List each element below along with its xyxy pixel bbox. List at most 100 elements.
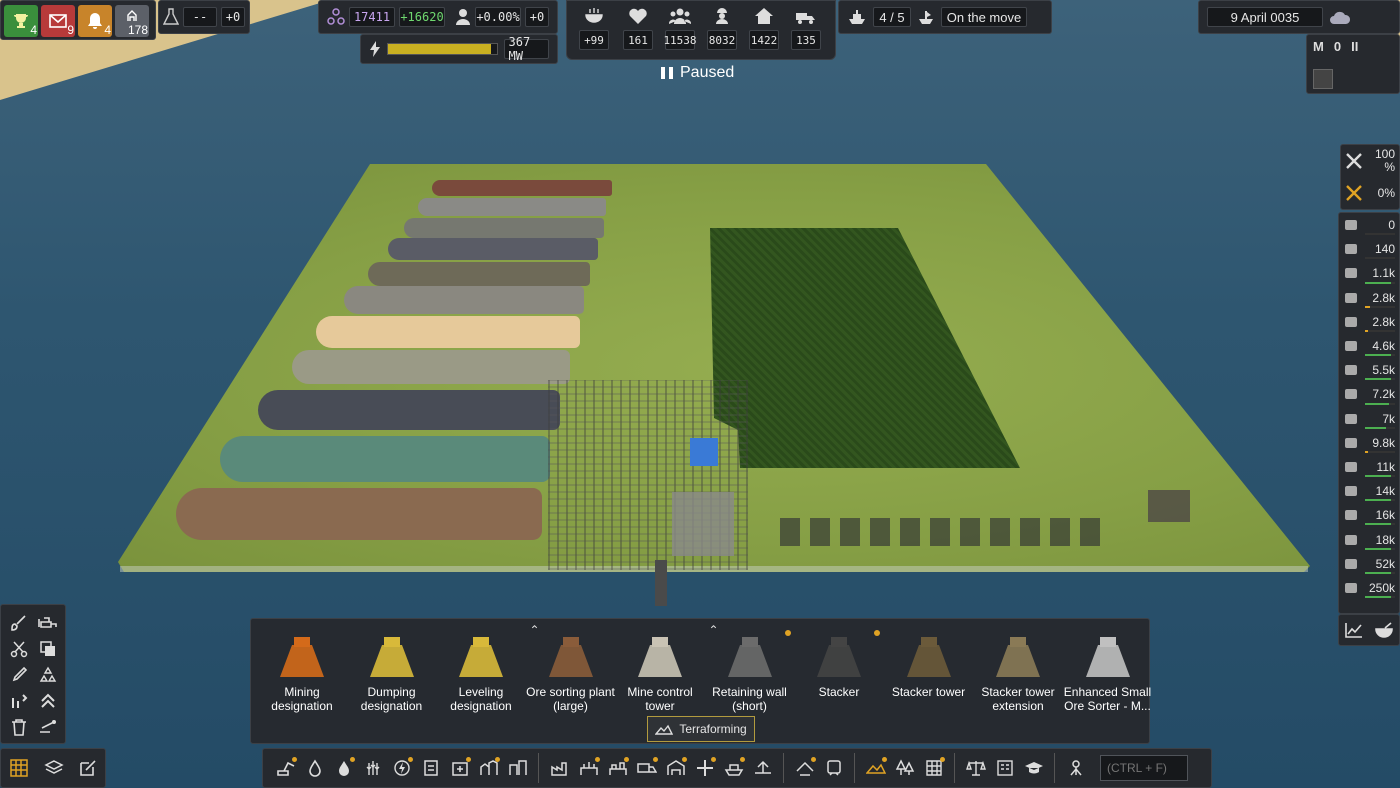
toolbar-depot[interactable]: [661, 754, 690, 782]
material-pile[interactable]: [388, 238, 598, 260]
coal-pile[interactable]: [258, 390, 560, 430]
stat-housing[interactable]: 1422: [747, 7, 781, 50]
toolbar-research[interactable]: [1019, 754, 1048, 782]
recycle-icon[interactable]: [34, 663, 61, 687]
mortar-icon[interactable]: [1375, 622, 1393, 638]
eyedropper-icon[interactable]: [5, 663, 32, 687]
build-item[interactable]: Dumping designation: [347, 627, 437, 717]
resource-row[interactable]: 11k: [1339, 455, 1399, 479]
resource-row[interactable]: 140: [1339, 237, 1399, 261]
stat-health[interactable]: 161: [621, 7, 655, 50]
weather-icon[interactable]: [1329, 9, 1351, 25]
build-item[interactable]: Stacker tower: [884, 627, 974, 717]
toolbar-storage[interactable]: [416, 754, 445, 782]
trash-icon[interactable]: [5, 715, 32, 739]
material-pile[interactable]: [418, 198, 606, 216]
toolbar-trees[interactable]: [890, 754, 919, 782]
build-item[interactable]: Mine control tower: [615, 627, 705, 717]
unity-panel[interactable]: 17411 +16620 +0.00% +0: [318, 0, 558, 34]
building-cluster[interactable]: [1148, 490, 1190, 522]
toolbar-policies[interactable]: [961, 754, 990, 782]
power-panel[interactable]: 367 MW: [360, 34, 558, 64]
resource-row[interactable]: 7.2k: [1339, 382, 1399, 406]
cut-icon[interactable]: [5, 637, 32, 661]
chevron-up-icon[interactable]: ⌃: [709, 623, 719, 637]
bulldozer-icon[interactable]: [34, 611, 61, 635]
chevron-up-icon[interactable]: ⌃: [530, 623, 540, 637]
research-panel[interactable]: -- +0: [158, 0, 250, 34]
copy-icon[interactable]: [34, 637, 61, 661]
layers-icon[interactable]: [44, 759, 64, 777]
ships-panel[interactable]: 4 / 5 On the move: [838, 0, 1052, 34]
toolbar-map[interactable]: [1061, 754, 1090, 782]
toolbar-trains[interactable]: [819, 754, 848, 782]
build-item[interactable]: ⌃ Retaining wall (short): [705, 623, 795, 717]
resource-row[interactable]: 1.1k: [1339, 261, 1399, 285]
dirt-pile[interactable]: [176, 488, 542, 540]
resource-row[interactable]: 52k: [1339, 552, 1399, 576]
toolbar-production[interactable]: [574, 754, 603, 782]
toolbar-housing[interactable]: [474, 754, 503, 782]
resource-row[interactable]: 0: [1339, 213, 1399, 237]
toolbar-excavator[interactable]: [271, 754, 300, 782]
upgrade-icon[interactable]: [34, 689, 61, 713]
speed-0-button[interactable]: 0: [1334, 39, 1341, 54]
stat-workers[interactable]: 8032: [705, 7, 739, 50]
toolbar-vehicles[interactable]: [632, 754, 661, 782]
stat-population[interactable]: 11538: [663, 7, 697, 50]
resource-row[interactable]: 5.5k: [1339, 358, 1399, 382]
alerts-button[interactable]: 4: [78, 5, 112, 37]
maintenance-panel[interactable]: 100 % 0%: [1340, 144, 1400, 210]
resource-row[interactable]: 9.8k: [1339, 431, 1399, 455]
plant-icon[interactable]: [1313, 69, 1333, 89]
priority-icon[interactable]: [5, 689, 32, 713]
speed-m-button[interactable]: M: [1313, 39, 1324, 54]
toolbar-farming[interactable]: [300, 754, 329, 782]
workers-button[interactable]: 178: [115, 5, 149, 37]
toolbar-docks[interactable]: [748, 754, 777, 782]
edit-icon[interactable]: [79, 759, 97, 777]
build-item[interactable]: Stacker: [794, 627, 884, 717]
grid-icon[interactable]: [9, 758, 29, 778]
resource-row[interactable]: 2.8k: [1339, 310, 1399, 334]
resource-row[interactable]: 16k: [1339, 503, 1399, 527]
stat-vehicles[interactable]: 135: [789, 7, 823, 50]
chart-icon[interactable]: [1345, 622, 1363, 638]
storage-building[interactable]: [672, 492, 734, 556]
resource-row[interactable]: 18k: [1339, 527, 1399, 551]
pier[interactable]: [655, 560, 667, 606]
resource-row[interactable]: 14k: [1339, 479, 1399, 503]
build-item[interactable]: Enhanced Small Ore Sorter - M...: [1063, 627, 1153, 717]
toolbar-logistics[interactable]: [790, 754, 819, 782]
toolbar-services[interactable]: [445, 754, 474, 782]
toolbar-crops[interactable]: [358, 754, 387, 782]
paused-indicator[interactable]: Paused: [660, 64, 734, 82]
build-item[interactable]: Mining designation: [257, 627, 347, 717]
brush-icon[interactable]: [5, 611, 32, 635]
messages-button[interactable]: 9: [41, 5, 75, 37]
resource-row[interactable]: 250k: [1339, 576, 1399, 600]
toolbar-shipyard[interactable]: [719, 754, 748, 782]
resource-row[interactable]: 2.8k: [1339, 286, 1399, 310]
toolbar-transport[interactable]: [690, 754, 719, 782]
build-item[interactable]: ⌃ Ore sorting plant (large): [526, 623, 616, 717]
material-pile[interactable]: [220, 436, 550, 482]
resource-row[interactable]: 4.6k: [1339, 334, 1399, 358]
toolbar-industry[interactable]: [545, 754, 574, 782]
material-pile[interactable]: [432, 180, 612, 196]
building-row[interactable]: [780, 518, 1110, 546]
resource-row[interactable]: 7k: [1339, 407, 1399, 431]
toolbar-buildings[interactable]: [503, 754, 532, 782]
material-pile[interactable]: [368, 262, 590, 286]
stat-food[interactable]: +99: [577, 7, 611, 50]
material-pile[interactable]: [344, 286, 584, 314]
goals-button[interactable]: 4: [4, 5, 38, 37]
toolbar-water[interactable]: [329, 754, 358, 782]
date-panel[interactable]: 9 April 0035: [1198, 0, 1400, 34]
move-icon[interactable]: [34, 715, 61, 739]
toolbar-terraforming[interactable]: [861, 754, 890, 782]
material-pile[interactable]: [404, 218, 604, 238]
sand-pile[interactable]: [316, 316, 580, 348]
toolbar-flooring[interactable]: [919, 754, 948, 782]
build-item[interactable]: Leveling designation: [436, 627, 526, 717]
